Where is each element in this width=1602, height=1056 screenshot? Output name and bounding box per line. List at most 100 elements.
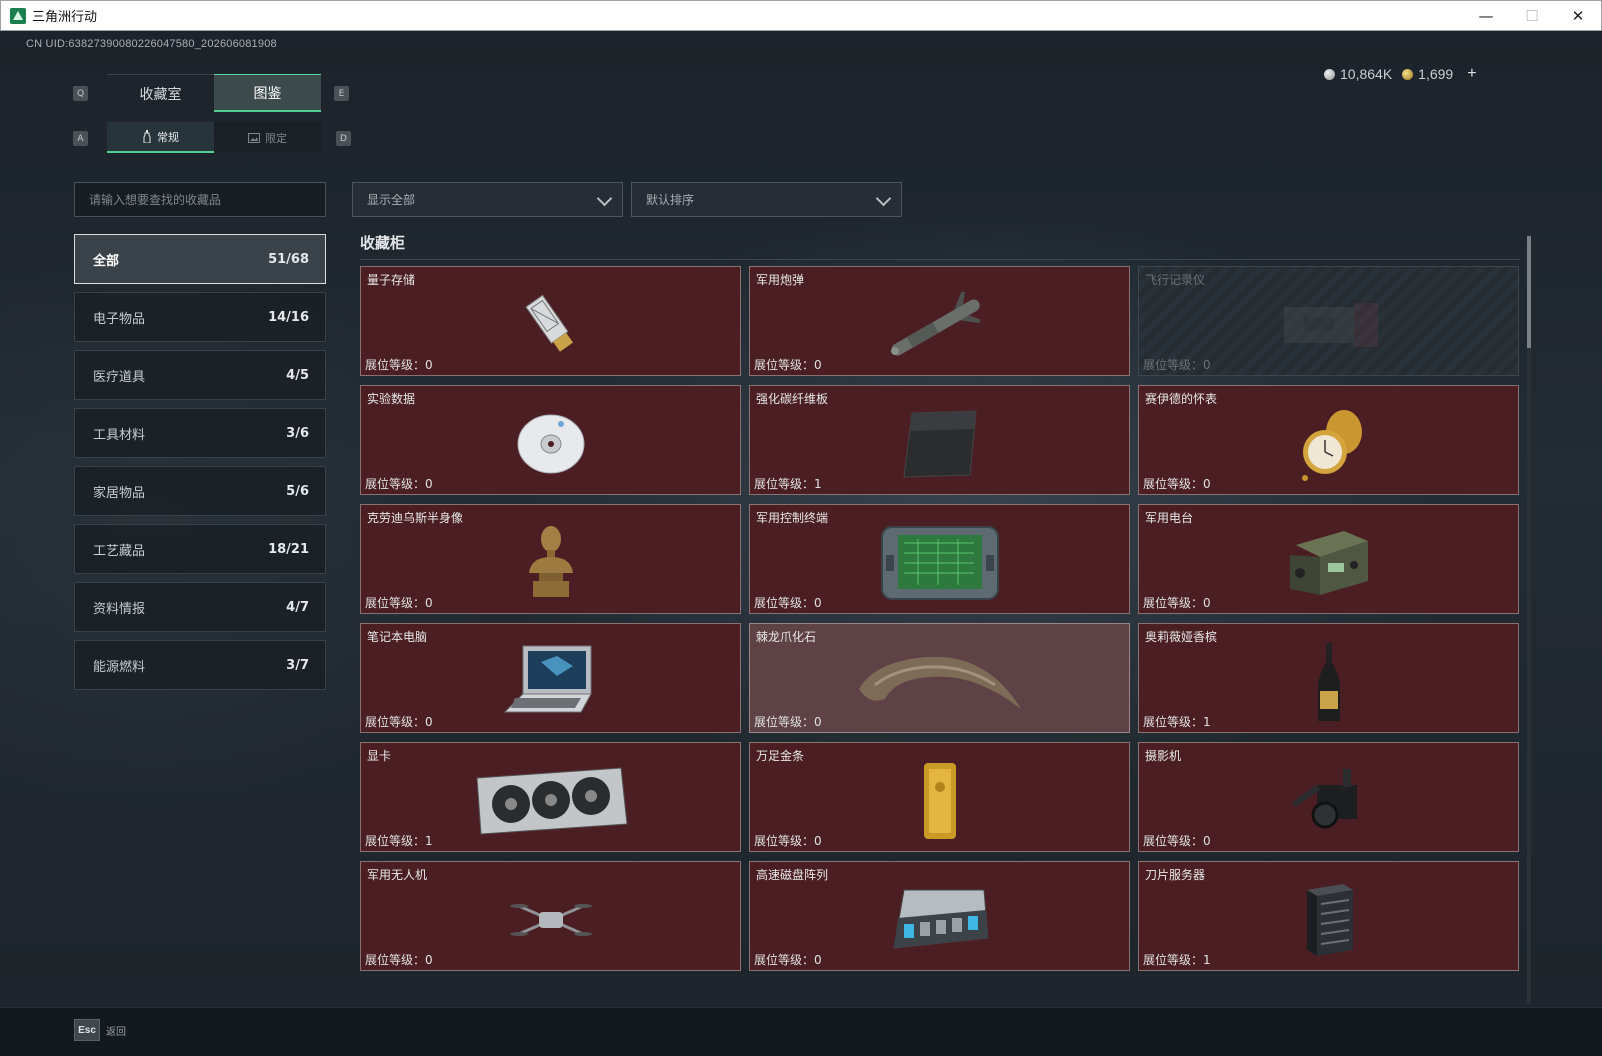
item-name: 奥莉薇娅香槟 [1145,630,1218,644]
item-level: 展位等级：1 [754,477,822,491]
collection-card[interactable]: 军用电台 展位等级：0 [1138,504,1519,614]
collection-card[interactable]: 笔记本电脑 展位等级：0 [360,623,741,733]
category-count: 4/7 [286,599,309,615]
item-name: 实验数据 [367,392,416,406]
category-fuel[interactable]: 能源燃料 3/7 [74,640,326,690]
category-medical[interactable]: 医疗道具 4/5 [74,350,326,400]
minimize-button[interactable]: — [1463,1,1509,30]
back-label: 返回 [106,1026,126,1038]
item-name: 军用控制终端 [756,511,829,525]
claw-fossil-icon [858,657,1021,710]
item-level: 展位等级：0 [365,477,433,491]
subtab-limited-label: 限定 [265,131,287,145]
add-currency-button[interactable]: + [1467,65,1476,83]
gold-bar-icon [923,763,956,840]
collection-card[interactable]: 军用无人机 展位等级：0 [360,861,741,971]
maximize-button[interactable]: ☐ [1509,1,1555,30]
item-level: 展位等级：1 [1143,715,1211,729]
tab-collection-room[interactable]: 收藏室 [107,74,214,112]
category-crafts[interactable]: 工艺藏品 18/21 [74,524,326,574]
category-household[interactable]: 家居物品 5/6 [74,466,326,516]
image-icon [248,132,260,143]
tab-catalog[interactable]: 图鉴 [214,74,321,112]
bottle-icon [143,130,151,143]
item-level: 展位等级：0 [1143,834,1211,848]
category-all[interactable]: 全部 51/68 [74,234,326,284]
item-level: 展位等级：0 [754,715,822,729]
display-filter-value: 显示全部 [367,193,416,207]
key-hint-q: Q [73,86,88,101]
item-level: 展位等级：1 [1143,953,1211,967]
item-level: 展位等级：1 [365,834,433,848]
laptop-icon [503,645,592,713]
collection-card[interactable]: 军用炮弹 展位等级：0 [749,266,1130,376]
collection-card-selected[interactable]: 棘龙爪化石 展位等级：0 [749,623,1130,733]
category-count: 3/7 [286,657,309,673]
collection-card[interactable]: 实验数据 展位等级：0 [360,385,741,495]
category-count: 51/68 [268,251,309,267]
collection-card[interactable]: 高速磁盘阵列 展位等级：0 [749,861,1130,971]
item-name: 量子存储 [367,273,416,287]
control-terminal-icon [880,526,999,601]
category-count: 5/6 [286,483,309,499]
key-hint-d: D [336,131,351,146]
subtab-regular-label: 常规 [157,130,179,144]
category-count: 14/16 [268,309,309,325]
window-titlebar: 三角洲行动 — ☐ ✕ [0,0,1602,31]
scrollbar-thumb[interactable] [1527,236,1531,348]
collection-card[interactable]: 强化碳纤维板 展位等级：1 [749,385,1130,495]
collection-card[interactable]: 量子存储 展位等级：0 [360,266,741,376]
sort-dropdown[interactable]: 默认排序 [631,182,902,217]
category-electronics[interactable]: 电子物品 14/16 [74,292,326,342]
category-tools[interactable]: 工具材料 3/6 [74,408,326,458]
gold-amount: 1,699 [1418,66,1454,82]
graphics-card-icon [475,767,628,835]
collection-card-locked[interactable]: 飞行记录仪 展位等级：0 [1138,266,1519,376]
collection-screen: CN UID:63827390080226047580_202606081908… [0,31,1602,1007]
drone-icon [509,904,592,937]
app-logo-icon [10,7,26,24]
item-level: 展位等级：0 [1143,358,1211,372]
category-intel[interactable]: 资料情报 4/7 [74,582,326,632]
divider [360,259,1520,260]
display-filter-dropdown[interactable]: 显示全部 [352,182,623,217]
back-button[interactable]: Esc 返回 [74,1019,126,1041]
item-name: 军用炮弹 [756,273,805,287]
category-label: 工具材料 [93,427,146,443]
collection-card[interactable]: 显卡 展位等级：1 [360,742,741,852]
camera-icon [1291,769,1357,829]
window-controls: — ☐ ✕ [1463,1,1601,30]
item-level: 展位等级：0 [1143,477,1211,491]
collection-card[interactable]: 赛伊德的怀表 展位等级：0 [1138,385,1519,495]
category-label: 电子物品 [93,311,146,327]
user-uid: CN UID:63827390080226047580_202606081908 [26,38,277,50]
champagne-icon [1317,643,1340,722]
category-label: 工艺藏品 [93,543,146,559]
collection-card[interactable]: 摄影机 展位等级：0 [1138,742,1519,852]
collection-card[interactable]: 克劳迪乌斯半身像 展位等级：0 [360,504,741,614]
item-name: 棘龙爪化石 [756,630,817,644]
collection-card[interactable]: 万足金条 展位等级：0 [749,742,1130,852]
chevron-down-icon [875,190,892,207]
category-list: 全部 51/68 电子物品 14/16 医疗道具 4/5 工具材料 3/6 家居… [74,234,326,698]
silver-coin-icon [1324,69,1335,80]
item-name: 克劳迪乌斯半身像 [367,511,464,525]
item-name: 高速磁盘阵列 [756,868,829,882]
subtab-limited[interactable]: 限定 [214,122,321,153]
sub-tabs: 常规 限定 [107,122,321,153]
item-name: 赛伊德的怀表 [1145,392,1218,406]
collection-card[interactable]: 刀片服务器 展位等级：1 [1138,861,1519,971]
category-count: 4/5 [286,367,309,383]
search-input[interactable] [74,182,326,217]
gold-currency: 1,699 [1402,66,1453,82]
cabinet-scrollbar[interactable] [1527,236,1531,1004]
collection-card[interactable]: 军用控制终端 展位等级：0 [749,504,1130,614]
subtab-regular[interactable]: 常规 [107,122,214,153]
item-level: 展位等级：0 [754,596,822,610]
item-level: 展位等级：0 [365,715,433,729]
close-button[interactable]: ✕ [1555,1,1601,30]
category-label: 全部 [93,253,120,269]
currency-display: 10,864K 1,699 + [1324,65,1477,83]
collection-card[interactable]: 奥莉薇娅香槟 展位等级：1 [1138,623,1519,733]
chevron-down-icon [596,190,613,207]
